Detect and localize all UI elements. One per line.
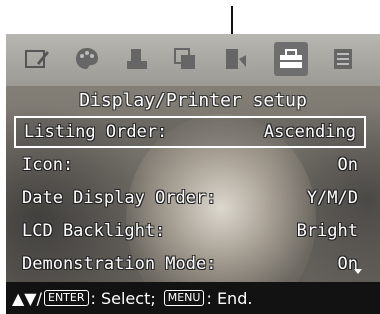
palette-icon[interactable] (70, 42, 104, 76)
menu-item-value: Bright (296, 221, 358, 241)
menu-item-label: Listing Order: (24, 122, 168, 142)
menu-item-listing-order[interactable]: Listing Order: Ascending (14, 116, 366, 148)
menu-item-label: Date Display Order: (22, 188, 217, 208)
page-title: Display/Printer setup (79, 90, 307, 111)
menu-item-demonstration-mode[interactable]: Demonstration Mode: On (14, 248, 366, 280)
footer-help-bar: ▲▼/ ENTER : Select; MENU : End. (6, 282, 380, 314)
scroll-down-icon (354, 269, 362, 274)
settings-menu: Listing Order: Ascending Icon: On Date D… (14, 116, 366, 290)
select-hint-text: : Select; (90, 288, 156, 308)
end-hint-text: : End. (206, 288, 253, 308)
menu-item-value: On (337, 155, 358, 175)
menu-tab-bar (6, 34, 380, 86)
menu-key-icon: MENU (163, 290, 205, 306)
menu-item-date-display-order[interactable]: Date Display Order: Y/M/D (14, 182, 366, 214)
menu-item-lcd-backlight[interactable]: LCD Backlight: Bright (14, 215, 366, 247)
up-down-arrows-icon: ▲▼/ (12, 288, 42, 308)
copy-icon[interactable] (168, 42, 202, 76)
settings-list-icon[interactable] (326, 42, 360, 76)
enter-key-icon: ENTER (44, 290, 89, 306)
toolbox-icon[interactable] (274, 42, 308, 76)
edit-icon[interactable] (20, 42, 54, 76)
menu-item-value: Y/M/D (306, 188, 358, 208)
menu-item-label: Demonstration Mode: (22, 254, 217, 274)
menu-item-value: Ascending (263, 122, 356, 142)
tools-icon[interactable] (218, 42, 252, 76)
print-icon[interactable] (120, 42, 154, 76)
menu-item-label: LCD Backlight: (22, 221, 166, 241)
lcd-screen: Display/Printer setup Listing Order: Asc… (6, 34, 380, 314)
menu-item-icon[interactable]: Icon: On (14, 149, 366, 181)
menu-item-label: Icon: (22, 155, 74, 175)
